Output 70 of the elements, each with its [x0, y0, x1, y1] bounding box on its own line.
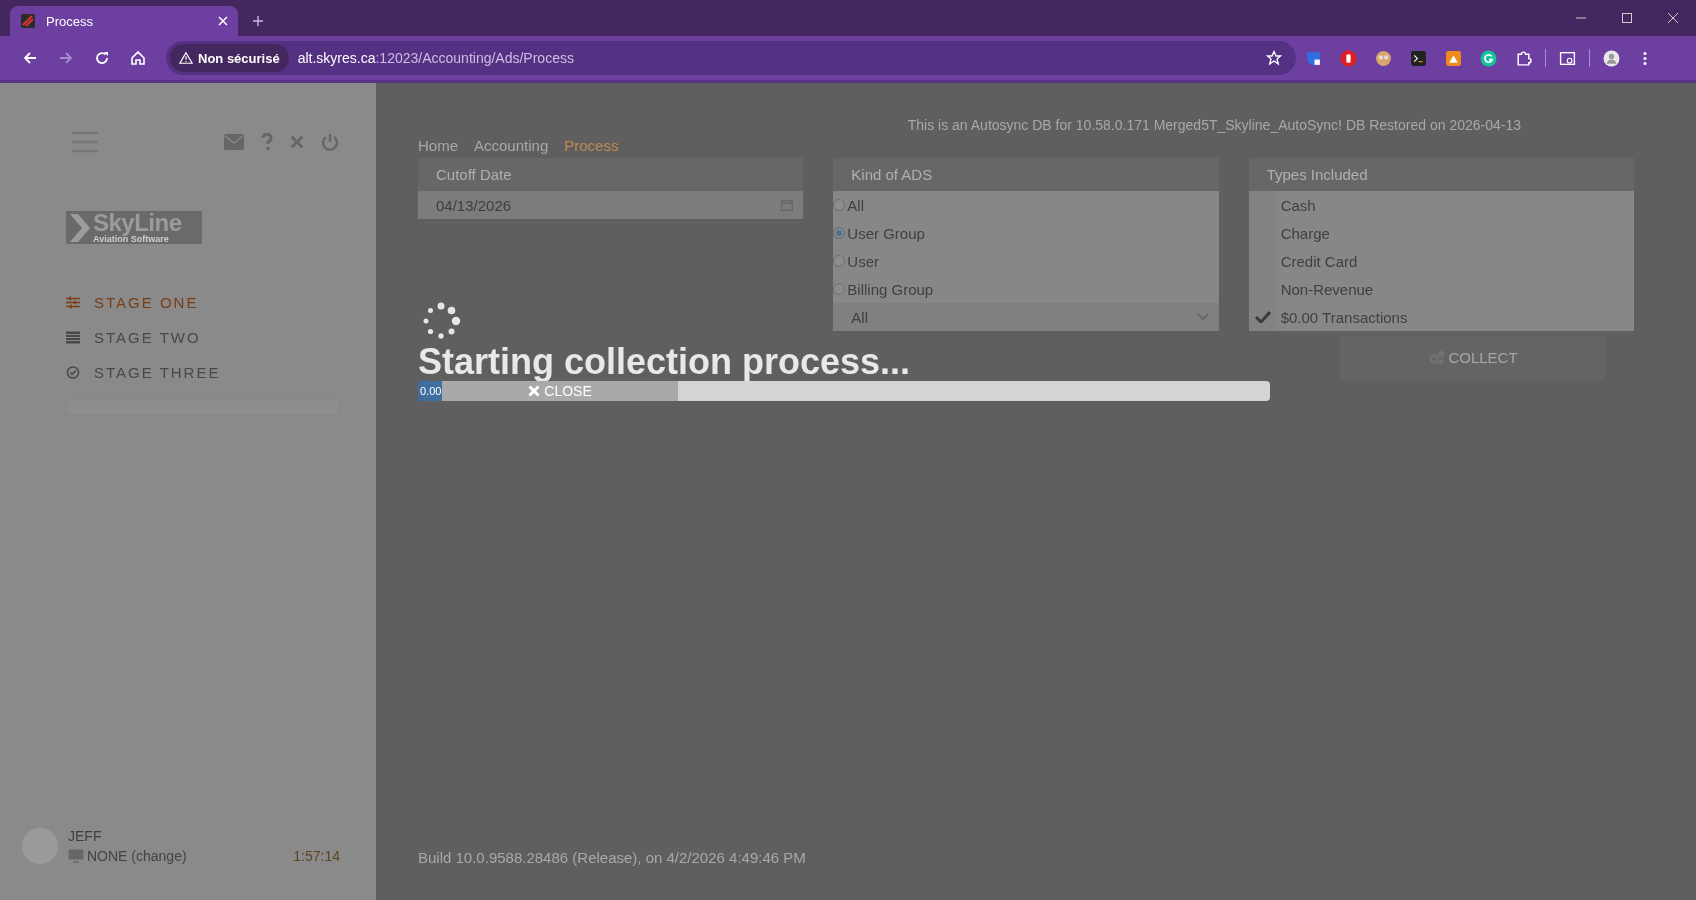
check-circle-icon — [66, 366, 80, 379]
close-icon[interactable] — [1667, 12, 1679, 24]
breadcrumb-link[interactable]: Home — [418, 137, 458, 154]
collect-button[interactable]: COLLECT — [1340, 335, 1605, 380]
radio-label: User Group — [847, 224, 925, 242]
checkmark-icon — [1254, 311, 1271, 323]
panel-title: Types Included — [1248, 158, 1634, 191]
new-tab-icon[interactable] — [252, 15, 264, 27]
checkbox-label: Credit Card — [1280, 252, 1358, 270]
stage-link[interactable]: STAGE THREE — [66, 364, 340, 381]
radio-button[interactable] — [833, 199, 846, 211]
puzzle-icon[interactable] — [1515, 49, 1532, 67]
checkbox-label: Cash — [1280, 196, 1316, 214]
maximize-icon[interactable] — [1621, 12, 1633, 24]
monitor-icon — [68, 849, 84, 863]
star-icon[interactable] — [1266, 50, 1282, 66]
stage-link[interactable]: STAGE ONE — [66, 294, 340, 311]
reload-icon[interactable] — [94, 50, 110, 66]
close-button[interactable]: CLOSE — [442, 380, 678, 401]
url-text: alt.skyres.ca:12023/Accounting/Ads/Process — [297, 50, 574, 66]
panel-title: Kind of ADS — [833, 158, 1219, 191]
checkbox-label: $0.00 Transactions — [1280, 308, 1408, 326]
warning-icon — [179, 51, 193, 65]
caret-icon — [1196, 313, 1209, 321]
breadcrumb-link[interactable]: Accounting — [474, 137, 549, 154]
address-bar[interactable]: Non sécurisé alt.skyres.ca:12023/Accounting/Ads/Process — [166, 41, 1296, 75]
user-name: JEFF — [68, 828, 103, 844]
progress-reading: 0.00 — [420, 384, 442, 397]
radio-label: Billing Group — [847, 280, 934, 298]
radio-button[interactable] — [833, 227, 846, 239]
build-info: Build 10.0.9588.28486 (Release), on 4/2/2026 4:49:46 PM — [418, 849, 807, 866]
terminal-link[interactable]: NONE (change) — [87, 848, 187, 864]
group-select[interactable]: All — [833, 303, 1219, 331]
session-time: 1:57:14 — [293, 848, 340, 864]
checkbox[interactable] — [1248, 303, 1277, 331]
loading-spinner-icon — [421, 301, 461, 341]
logo-tagline: Aviation Software — [93, 235, 169, 244]
security-chip[interactable]: Non sécurisé — [170, 44, 289, 72]
chevron-icon — [70, 213, 90, 242]
blocks-extension-icon[interactable] — [1445, 49, 1462, 67]
list-icon — [66, 331, 80, 344]
back-arrow-icon[interactable] — [22, 50, 38, 66]
menu-icon[interactable] — [1643, 49, 1647, 67]
forward-arrow-icon[interactable] — [58, 50, 74, 66]
radio-label: User — [847, 252, 879, 270]
checkbox[interactable] — [1248, 191, 1277, 219]
checkbox-label: Charge — [1280, 224, 1330, 242]
face-extension-icon[interactable] — [1375, 49, 1392, 67]
date-field[interactable]: 04/13/2026 — [418, 191, 804, 219]
panel-title: Cutoff Date — [418, 158, 804, 191]
logo-name: SkyLine — [93, 211, 182, 235]
radio-label: All — [847, 196, 864, 214]
tab-title: Process — [46, 13, 94, 29]
home-icon[interactable] — [130, 50, 146, 66]
terminal-extension-icon[interactable] — [1410, 49, 1427, 67]
breadcrumb-link[interactable]: Process — [564, 137, 619, 154]
browser-tab[interactable]: Process — [10, 6, 238, 36]
sliders-icon — [66, 296, 80, 309]
profile-avatar-icon[interactable] — [1603, 49, 1620, 67]
checkbox-label: Non-Revenue — [1280, 280, 1374, 298]
app-favicon-icon — [20, 13, 36, 29]
shield-extension-icon[interactable] — [1305, 49, 1322, 67]
grammar-extension-icon[interactable] — [1480, 49, 1497, 67]
radio-button[interactable] — [833, 255, 846, 267]
stage-link[interactable]: STAGE TWO — [66, 329, 340, 346]
db-notice: This is an Autosync DB for 10.58.0.171 Merged5T_Skyline_AutoSync! DB Restored on 2026-04-13 — [907, 117, 1521, 133]
radio-button[interactable] — [833, 283, 846, 295]
loading-message: Starting collection process... — [418, 343, 912, 381]
close-icon — [528, 384, 541, 397]
search-tab-icon[interactable] — [1559, 49, 1576, 67]
